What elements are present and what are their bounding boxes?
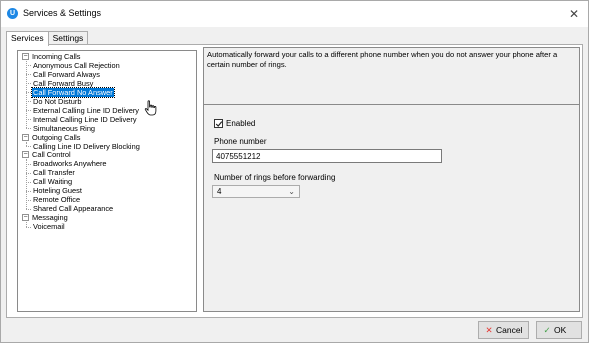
tree-connector: [26, 128, 31, 130]
tree-item-label: Remote Office: [33, 195, 81, 205]
tree-connector: [26, 159, 27, 209]
tree-item[interactable]: Calling Line ID Delivery Blocking: [32, 142, 141, 151]
collapse-toggle-icon[interactable]: −: [22, 151, 29, 159]
tree-connector: [26, 208, 31, 210]
enabled-checkbox[interactable]: [214, 119, 223, 128]
collapse-toggle-icon[interactable]: −: [22, 53, 29, 60]
tree-item-label: Call Forward No Answer: [31, 86, 115, 98]
tree-item-label: Simultaneous Ring: [33, 123, 96, 133]
tree-group[interactable]: Messaging: [31, 213, 69, 222]
tree-connector: [26, 222, 27, 227]
services-settings-window: U Services & Settings ✕ Services Setting…: [0, 0, 589, 343]
tree-connector: [26, 226, 31, 228]
tree-connector: [26, 61, 27, 129]
tree-item[interactable]: Call Transfer: [32, 168, 76, 177]
check-icon: ✓: [543, 325, 551, 335]
tree-item-label: Call Transfer: [33, 168, 75, 178]
tree-item[interactable]: Simultaneous Ring: [32, 124, 96, 133]
cancel-button[interactable]: ✕ Cancel: [478, 321, 529, 339]
rings-label: Number of rings before forwarding: [214, 173, 336, 182]
tree-item[interactable]: Voicemail: [32, 222, 66, 231]
tree-item[interactable]: Shared Call Appearance: [32, 204, 114, 213]
tree-item[interactable]: Internal Calling Line ID Delivery: [32, 115, 138, 124]
collapse-toggle-icon[interactable]: −: [22, 133, 29, 141]
tree-item-label: Hoteling Guest: [33, 186, 82, 196]
phone-number-input[interactable]: [212, 149, 442, 163]
tree-item[interactable]: Broadworks Anywhere: [32, 159, 108, 168]
tab-settings[interactable]: Settings: [47, 31, 89, 45]
tree-item[interactable]: Hoteling Guest: [32, 186, 83, 195]
title-bar[interactable]: U Services & Settings ✕: [1, 1, 588, 27]
tree-group[interactable]: Incoming Calls: [31, 52, 81, 61]
tree-item-label: Call Forward Busy: [33, 78, 94, 88]
tree-item-label: External Calling Line ID Delivery: [33, 105, 139, 115]
tree-item[interactable]: Remote Office: [32, 195, 81, 204]
collapse-toggle-icon[interactable]: −: [22, 214, 29, 222]
tree-group-label: Messaging: [32, 213, 68, 223]
services-tree[interactable]: − Incoming Calls Anonymous Call Rejection C…: [17, 50, 197, 312]
tab-services[interactable]: Services: [6, 31, 49, 46]
tree-group-label: Call Control: [32, 150, 71, 160]
tree-item-label: Do Not Disturb: [33, 96, 82, 106]
close-icon: ✕: [485, 325, 493, 335]
chevron-down-icon: ⌄: [288, 187, 295, 196]
ok-button[interactable]: ✓ OK: [536, 321, 582, 339]
enabled-label[interactable]: Enabled: [226, 119, 255, 128]
tree-group-label: Incoming Calls: [32, 52, 81, 61]
tree-item[interactable]: Call Forward No Answer: [31, 86, 115, 98]
hand-cursor-icon: [144, 100, 157, 116]
tree-item[interactable]: External Calling Line ID Delivery: [32, 106, 140, 115]
ok-label: OK: [554, 325, 567, 335]
cancel-label: Cancel: [496, 325, 523, 335]
close-button[interactable]: ✕: [564, 4, 584, 24]
tree-item[interactable]: Do Not Disturb: [32, 97, 82, 106]
tree-connector: [26, 146, 31, 147]
tree-item-label: Call Forward Always: [33, 69, 100, 79]
phone-number-label: Phone number: [214, 137, 267, 146]
tree-connector: [26, 141, 27, 146]
tree-item[interactable]: Call Forward Busy: [32, 79, 94, 88]
tree-item-label: Calling Line ID Delivery Blocking: [33, 141, 140, 151]
tree-item[interactable]: Call Forward Always: [32, 70, 101, 79]
checkmark-icon: [215, 121, 223, 127]
tab-strip: Services Settings: [6, 31, 89, 46]
tree-group-label: Outgoing Calls: [32, 132, 81, 142]
rings-dropdown[interactable]: 4 ⌄: [212, 185, 300, 198]
tree-group[interactable]: Call Control: [31, 150, 72, 159]
tree-item[interactable]: Anonymous Call Rejection: [32, 61, 121, 70]
tree-item-label: Call Waiting: [33, 177, 73, 187]
rings-value: 4: [217, 187, 222, 196]
tree-item-label: Shared Call Appearance: [33, 204, 114, 214]
tree-item-label: Internal Calling Line ID Delivery: [33, 114, 137, 124]
app-logo-icon: U: [7, 8, 18, 19]
window-title: Services & Settings: [23, 8, 102, 18]
tree-item-label: Broadworks Anywhere: [33, 159, 107, 169]
tree-item-label: Anonymous Call Rejection: [33, 60, 120, 70]
service-settings-panel: Enabled Phone number Number of rings bef…: [203, 104, 580, 312]
tree-item[interactable]: Call Waiting: [32, 177, 73, 186]
tree-item-label: Voicemail: [33, 222, 65, 232]
tree-group[interactable]: Outgoing Calls: [31, 133, 81, 142]
